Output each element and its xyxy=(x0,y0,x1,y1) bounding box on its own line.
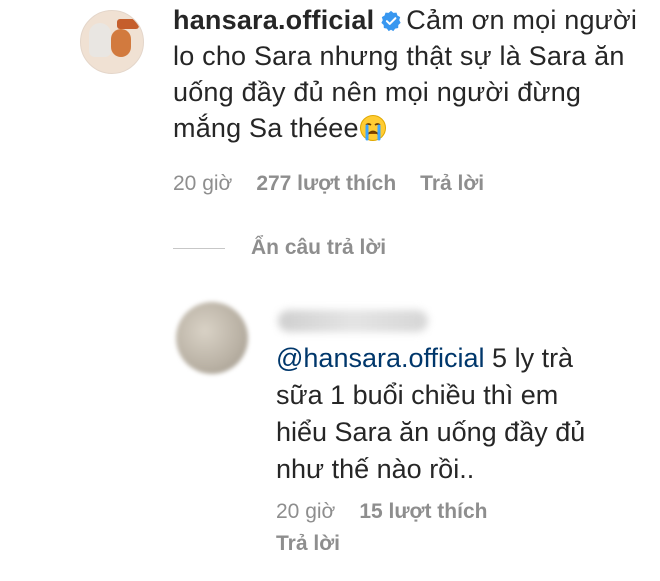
blurred-username xyxy=(278,310,428,332)
divider xyxy=(173,247,225,249)
avatar-figure xyxy=(111,29,131,57)
comment-text-start: Cảm ơn mọi xyxy=(406,5,557,35)
avatar[interactable] xyxy=(176,302,248,374)
comment-body: hansara.official Cảm ơn mọi người lo cho… xyxy=(173,2,643,146)
reply-time[interactable]: 20 giờ xyxy=(276,500,335,524)
comment-likes[interactable]: 277 lượt thích xyxy=(256,172,396,196)
reply-likes[interactable]: 15 lượt thích xyxy=(359,500,487,524)
avatar-figure xyxy=(89,23,111,57)
reply-meta: 20 giờ 15 lượt thích Trả lời xyxy=(276,500,487,556)
hide-replies-label: Ẩn câu trả lời xyxy=(251,236,387,259)
reply-button[interactable]: Trả lời xyxy=(420,172,484,196)
comment-username[interactable]: hansara.official xyxy=(173,5,374,35)
avatar-sign xyxy=(117,19,139,29)
avatar[interactable] xyxy=(80,10,144,74)
comment-meta: 20 giờ 277 lượt thích Trả lời xyxy=(173,172,484,196)
reply-button[interactable]: Trả lời xyxy=(276,532,487,556)
reply-body: @hansara.official 5 ly trà sữa 1 buổi ch… xyxy=(276,340,606,488)
crying-face-icon xyxy=(359,115,386,141)
comment-time[interactable]: 20 giờ xyxy=(173,172,232,196)
hide-replies-button[interactable]: Ẩn câu trả lời xyxy=(173,236,386,260)
mention-link[interactable]: @hansara.official xyxy=(276,343,485,373)
verified-badge-icon xyxy=(381,10,401,32)
